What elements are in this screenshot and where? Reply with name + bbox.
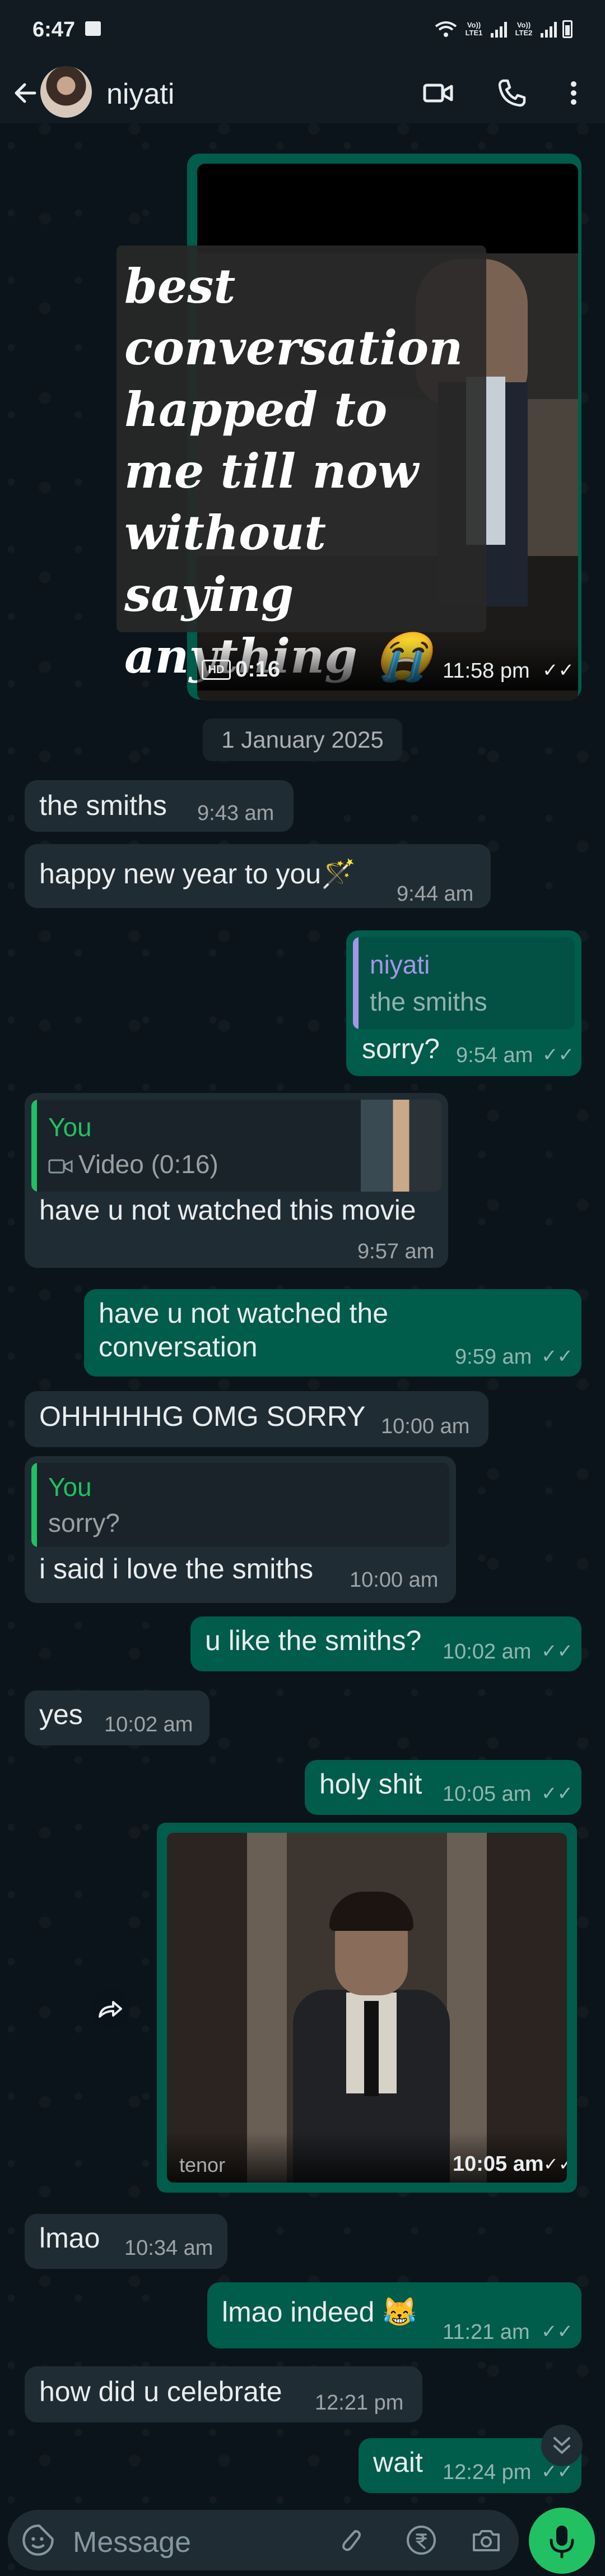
- message-text: lmao indeed 😹: [222, 2296, 417, 2328]
- quote-text: Video (0:16): [78, 1150, 218, 1179]
- hd-badge: HD: [202, 660, 231, 680]
- message-text: i said i love the smiths: [39, 1553, 314, 1584]
- date-divider: 1 January 2025: [203, 719, 402, 761]
- more-options-icon[interactable]: [557, 76, 590, 110]
- message-text: have u not watched this movie: [39, 1194, 416, 1226]
- signal-icon: [541, 21, 557, 38]
- wifi-icon: [435, 21, 457, 37]
- microphone-icon: [550, 2526, 574, 2559]
- message-text: happy new year to you🪄: [39, 858, 356, 889]
- message-text: sorry?: [362, 1033, 440, 1064]
- voice-call-icon[interactable]: [495, 76, 529, 110]
- gif-message[interactable]: tenor 10:05 am ✓✓: [157, 1823, 577, 2193]
- status-bar: 6:47 Vo)) LTE1 Vo)) LTE2: [0, 0, 605, 62]
- scroll-to-bottom-button[interactable]: [541, 2425, 583, 2466]
- quoted-video-thumbnail: [361, 1100, 441, 1192]
- video-call-icon[interactable]: [421, 76, 455, 110]
- message-text: have u not watched the: [99, 1298, 389, 1329]
- contact-name[interactable]: niyati: [106, 77, 174, 111]
- video-overlay-caption: best conversation happed to me till now …: [117, 245, 486, 684]
- message-time: 12:21 pm: [315, 2391, 404, 2415]
- video-camera-icon: [48, 1159, 73, 1174]
- message-time: 10:00 am: [350, 1568, 439, 1592]
- camera-icon[interactable]: [469, 2523, 503, 2557]
- message-input[interactable]: Message: [73, 2526, 191, 2559]
- quote-author: You: [48, 1113, 92, 1142]
- double-chevron-down-icon: [553, 2437, 570, 2454]
- voice-record-button[interactable]: [529, 2508, 595, 2574]
- quote-bar: [31, 1100, 37, 1192]
- message-time: 10:05 am: [443, 1782, 532, 1806]
- quote-text: sorry?: [48, 1508, 120, 1537]
- sim2-label: Vo)) LTE2: [515, 21, 533, 37]
- quote-author: You: [48, 1472, 92, 1502]
- status-indicators: Vo)) LTE1 Vo)) LTE2: [435, 20, 573, 38]
- reply-message-bubble[interactable]: You Video (0:16) have u not watched this…: [25, 1093, 448, 1268]
- signal-icon: [491, 21, 507, 38]
- message-time: 10:00 am: [381, 1415, 470, 1438]
- message-time: 9:44 am: [397, 882, 474, 906]
- read-ticks-icon: ✓✓: [541, 1783, 573, 1804]
- message-time: 9:57 am: [357, 1240, 435, 1263]
- message-time: 9:59 am: [455, 1345, 532, 1369]
- read-ticks-icon: ✓✓: [543, 2154, 567, 2174]
- payment-rupee-icon[interactable]: [404, 2523, 438, 2557]
- battery-icon: [562, 20, 573, 38]
- reply-message-bubble[interactable]: You sorry? i said i love the smiths 10:0…: [25, 1456, 456, 1603]
- message-time: 12:24 pm: [443, 2461, 532, 2484]
- chat-header: niyati: [0, 62, 605, 123]
- back-arrow-icon[interactable]: [10, 77, 41, 109]
- message-text: the smiths: [39, 790, 167, 821]
- message-text: how did u celebrate: [39, 2376, 282, 2407]
- forward-button[interactable]: [90, 1989, 130, 2029]
- quote-bar: [31, 1463, 37, 1547]
- message-time: 10:02 am: [104, 1713, 193, 1736]
- gif-person-hair: [329, 1892, 413, 1931]
- read-ticks-icon: ✓✓: [541, 2321, 573, 2342]
- gallery-notification-icon: [85, 21, 101, 36]
- forward-arrow-icon: [99, 2001, 122, 2018]
- message-text: holy shit: [319, 1768, 422, 1800]
- quote-author: niyati: [370, 950, 430, 979]
- quoted-message[interactable]: niyati the smiths: [353, 937, 575, 1029]
- video-duration: 0:16: [235, 657, 281, 682]
- message-text: u like the smiths?: [205, 1625, 422, 1656]
- message-text: wait: [373, 2447, 423, 2478]
- message-time: 10:02 am: [443, 1640, 532, 1664]
- gif-person-tie: [364, 2001, 379, 2096]
- avatar[interactable]: [40, 66, 92, 118]
- tenor-watermark: tenor: [179, 2153, 226, 2176]
- read-ticks-icon: ✓✓: [541, 1346, 573, 1367]
- quoted-message[interactable]: You Video (0:16): [31, 1100, 441, 1192]
- attach-icon[interactable]: [334, 2523, 367, 2557]
- message-text: lmao: [39, 2222, 100, 2254]
- message-text: OHHHHHG OMG SORRY: [39, 1401, 366, 1432]
- gif-image[interactable]: tenor 10:05 am ✓✓: [167, 1833, 567, 2183]
- message-time: 11:58 pm: [443, 659, 530, 683]
- read-ticks-icon: ✓✓: [542, 1044, 574, 1065]
- reply-message-bubble[interactable]: niyati the smiths sorry? 9:54 am ✓✓: [346, 930, 581, 1076]
- emoji-sticker-icon[interactable]: [20, 2522, 56, 2558]
- quoted-message[interactable]: You sorry?: [31, 1463, 449, 1547]
- message-time: 9:43 am: [197, 801, 274, 825]
- read-ticks-icon: ✓✓: [541, 1641, 573, 1662]
- quote-bar: [353, 937, 359, 1029]
- read-ticks-icon: ✓✓: [542, 660, 574, 681]
- message-time: 9:54 am: [456, 1044, 533, 1067]
- status-time: 6:47: [32, 18, 76, 41]
- message-time: 11:21 am: [443, 2320, 530, 2344]
- message-text: conversation: [99, 1331, 258, 1363]
- message-time: 10:34 am: [124, 2236, 213, 2260]
- quote-text: the smiths: [370, 987, 487, 1016]
- sim1-label: Vo)) LTE1: [465, 21, 483, 37]
- message-text: yes: [39, 1699, 83, 1730]
- message-time: 10:05 am: [453, 2152, 544, 2176]
